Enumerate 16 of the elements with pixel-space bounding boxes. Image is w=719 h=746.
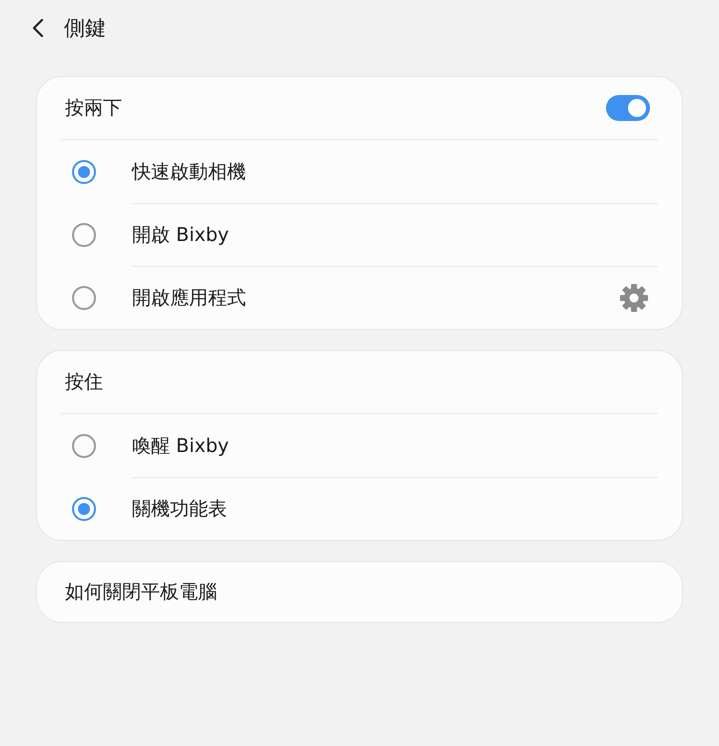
- option-label[interactable]: 開啟應用程式: [132, 285, 246, 311]
- help-link[interactable]: 如何關閉平板電腦: [61, 562, 658, 622]
- group-title: 按兩下: [64, 96, 122, 121]
- option-label[interactable]: 開啟 Bixby: [132, 222, 229, 248]
- group-title: 按住: [64, 370, 103, 395]
- radio-button[interactable]: [72, 222, 96, 246]
- settings-icon[interactable]: [618, 282, 650, 314]
- toggle-switch[interactable]: [606, 95, 650, 121]
- option-label[interactable]: 喚醒 Bixby: [132, 432, 229, 458]
- radio-button[interactable]: [72, 496, 96, 520]
- option-label[interactable]: 快速啟動相機: [132, 158, 246, 184]
- radio-button[interactable]: [72, 160, 96, 184]
- radio-button[interactable]: [72, 434, 96, 458]
- option-label[interactable]: 關機功能表: [132, 496, 227, 522]
- radio-button[interactable]: [72, 286, 96, 310]
- page-title: 側鍵: [64, 15, 106, 42]
